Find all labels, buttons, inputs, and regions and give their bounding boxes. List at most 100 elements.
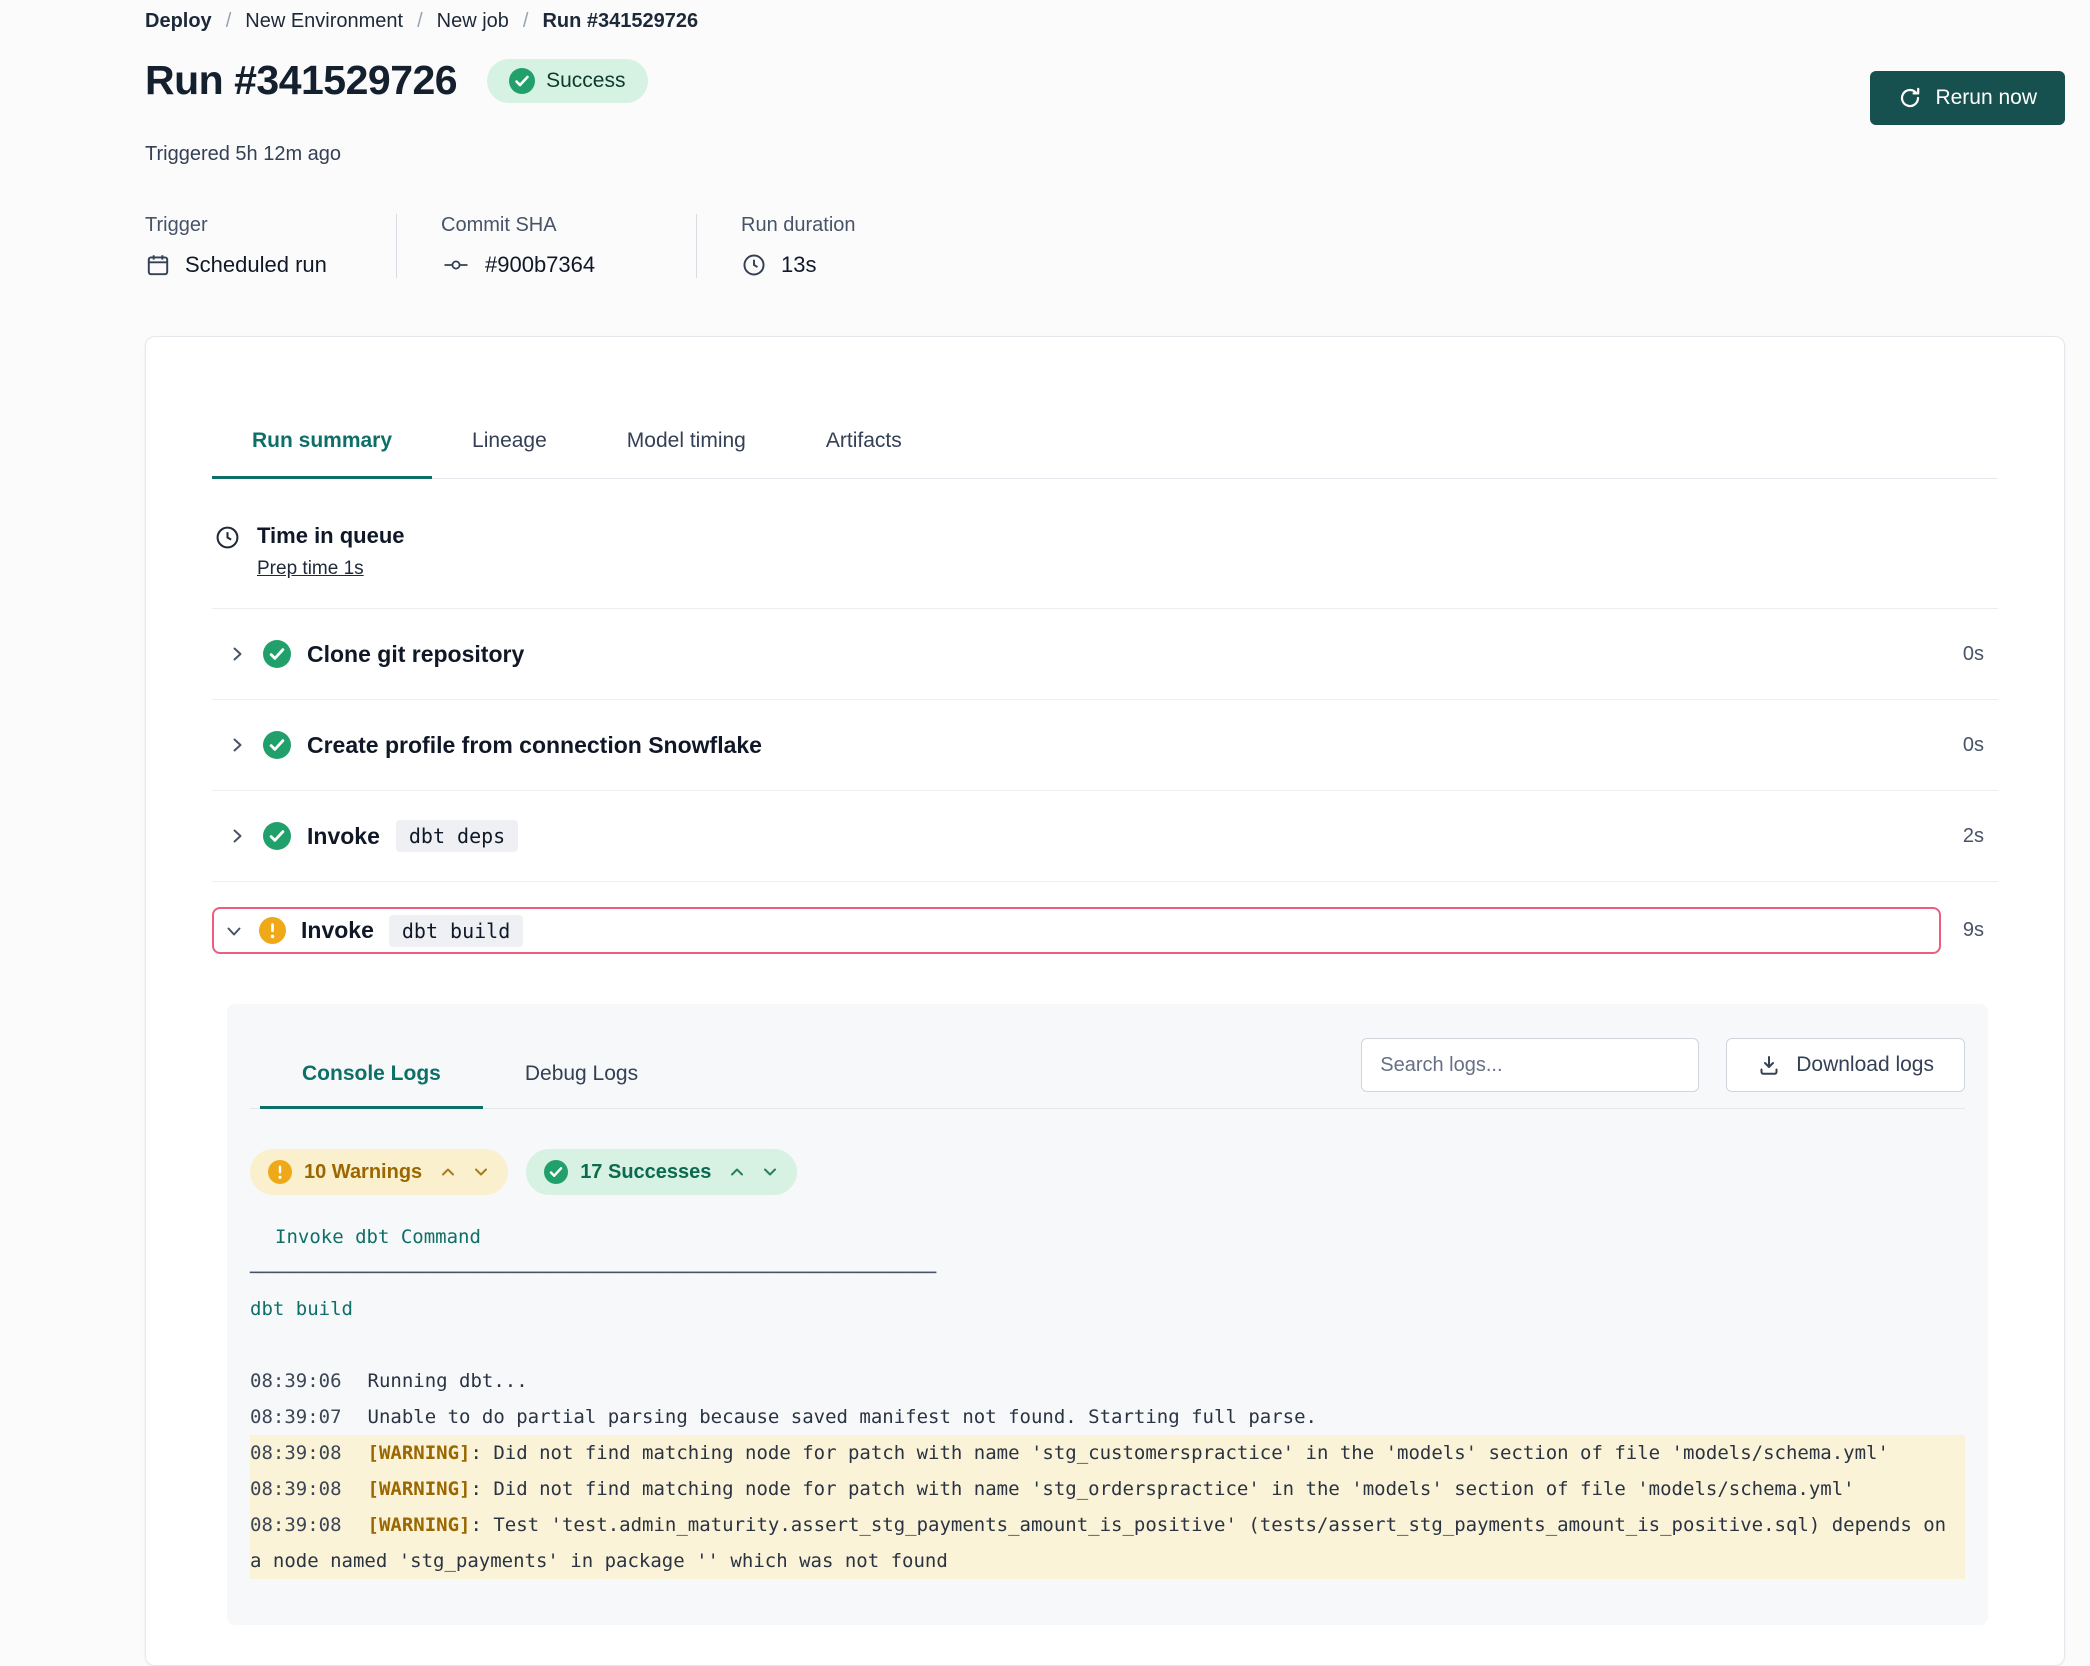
step-invoke-dbt-build-header[interactable]: Invoke dbt build: [212, 907, 1941, 954]
rerun-now-label: Rerun now: [1935, 86, 2037, 110]
log-message: Running dbt...: [368, 1370, 528, 1392]
log-timestamp: 08:39:08: [250, 1514, 342, 1536]
run-summary-card: Run summary Lineage Model timing Artifac…: [145, 336, 2065, 1666]
log-command: dbt build: [250, 1291, 1965, 1327]
log-divider-line: ────────────────────────────────────────…: [250, 1255, 1965, 1291]
queue-title: Time in queue: [257, 523, 405, 549]
tab-run-summary[interactable]: Run summary: [212, 429, 432, 478]
check-circle-icon: [509, 68, 535, 94]
chevron-right-icon: [227, 644, 247, 664]
meta-duration-value: 13s: [781, 252, 816, 278]
log-warning-line: 08:39:08[WARNING]: Did not find matching…: [250, 1435, 1965, 1471]
chevron-down-icon: [224, 921, 244, 941]
step-command-chip: dbt deps: [396, 820, 518, 852]
log-toolbar-actions: Download logs: [1361, 1038, 1965, 1108]
download-logs-button[interactable]: Download logs: [1726, 1038, 1965, 1092]
meta-duration-label: Run duration: [741, 214, 856, 237]
log-warning-line: 08:39:08[WARNING]: Did not find matching…: [250, 1471, 1965, 1507]
tab-artifacts[interactable]: Artifacts: [786, 429, 942, 478]
log-filter-badges: 10 Warnings 17 Successes: [250, 1149, 1965, 1195]
step-duration: 0s: [1963, 643, 1998, 666]
log-output: Invoke dbt Command ─────────────────────…: [250, 1219, 1965, 1579]
time-in-queue-section: Time in queue Prep time 1s: [212, 523, 1998, 609]
rerun-now-button[interactable]: Rerun now: [1870, 71, 2065, 125]
chevron-down-icon[interactable]: [761, 1163, 779, 1181]
warning-tag: [WARNING]: [368, 1514, 471, 1536]
warnings-count-label: 10 Warnings: [304, 1161, 422, 1184]
status-badge-label: Success: [546, 69, 625, 93]
warning-circle-icon: [259, 917, 286, 944]
log-message: Unable to do partial parsing because sav…: [368, 1406, 1317, 1428]
log-timestamp: 08:39:06: [250, 1370, 342, 1392]
chevron-right-icon: [227, 826, 247, 846]
title-wrap: Run #341529726 Success: [145, 57, 648, 104]
breadcrumb-current-run: Run #341529726: [542, 10, 698, 33]
refresh-icon: [1898, 86, 1922, 110]
breadcrumb-separator: /: [523, 10, 529, 33]
tab-lineage[interactable]: Lineage: [432, 429, 587, 478]
meta-duration: Run duration 13s: [741, 214, 908, 278]
step-title: Create profile from connection Snowflake: [307, 732, 762, 759]
meta-trigger-label: Trigger: [145, 214, 344, 237]
step-clone-git-repository[interactable]: Clone git repository 0s: [212, 609, 1998, 700]
tab-debug-logs[interactable]: Debug Logs: [483, 1062, 680, 1108]
chevron-down-icon[interactable]: [472, 1163, 490, 1181]
warning-tag: [WARNING]: [368, 1442, 471, 1464]
breadcrumb: Deploy / New Environment / New job / Run…: [145, 10, 2065, 33]
clock-icon: [214, 524, 241, 580]
meta-trigger-value: Scheduled run: [185, 252, 327, 278]
step-duration: 9s: [1963, 919, 1998, 942]
tab-model-timing[interactable]: Model timing: [587, 429, 786, 478]
meta-commit: Commit SHA #900b7364: [441, 214, 697, 278]
log-toolbar: Console Logs Debug Logs Download logs: [250, 1038, 1965, 1109]
step-title: Invoke: [307, 823, 380, 850]
run-meta: Trigger Scheduled run Commit SHA #900b73…: [145, 214, 2065, 278]
run-tabs: Run summary Lineage Model timing Artifac…: [212, 337, 1998, 479]
log-blank-line: [250, 1327, 1965, 1363]
chevron-up-icon[interactable]: [439, 1163, 457, 1181]
run-detail-page: Deploy / New Environment / New job / Run…: [0, 0, 2090, 1666]
successes-nav: [728, 1163, 779, 1181]
log-message: : Did not find matching node for patch w…: [470, 1478, 1854, 1500]
page-header: Run #341529726 Success Rerun now: [145, 57, 2065, 125]
step-title: Invoke: [301, 917, 374, 944]
log-tabs: Console Logs Debug Logs: [250, 1062, 680, 1108]
tab-console-logs[interactable]: Console Logs: [260, 1062, 483, 1108]
meta-commit-value: #900b7364: [485, 252, 595, 278]
successes-count-label: 17 Successes: [580, 1161, 711, 1184]
download-icon: [1757, 1053, 1781, 1077]
log-message: : Did not find matching node for patch w…: [470, 1442, 1888, 1464]
breadcrumb-new-environment[interactable]: New Environment: [245, 10, 403, 33]
queue-text: Time in queue Prep time 1s: [257, 523, 405, 580]
warning-circle-icon: [268, 1160, 292, 1184]
step-create-profile-snowflake[interactable]: Create profile from connection Snowflake…: [212, 700, 1998, 791]
breadcrumb-separator: /: [226, 10, 232, 33]
log-timestamp: 08:39:07: [250, 1406, 342, 1428]
search-logs-input[interactable]: [1361, 1038, 1699, 1092]
breadcrumb-deploy[interactable]: Deploy: [145, 10, 212, 33]
triggered-timestamp: Triggered 5h 12m ago: [145, 143, 2065, 166]
warnings-filter-pill[interactable]: 10 Warnings: [250, 1149, 508, 1195]
clock-icon: [741, 252, 767, 278]
status-badge: Success: [487, 59, 647, 103]
log-timestamp: 08:39:08: [250, 1478, 342, 1500]
check-circle-icon: [544, 1160, 568, 1184]
meta-trigger: Trigger Scheduled run: [145, 214, 397, 278]
check-circle-icon: [263, 640, 291, 668]
step-command-chip: dbt build: [389, 915, 523, 947]
log-command-header: Invoke dbt Command: [250, 1219, 1965, 1255]
log-panel: Console Logs Debug Logs Download logs: [227, 1004, 1988, 1625]
breadcrumb-new-job[interactable]: New job: [437, 10, 509, 33]
breadcrumb-separator: /: [417, 10, 423, 33]
chevron-right-icon: [227, 735, 247, 755]
step-duration: 2s: [1963, 825, 1998, 848]
successes-filter-pill[interactable]: 17 Successes: [526, 1149, 797, 1195]
chevron-up-icon[interactable]: [728, 1163, 746, 1181]
step-invoke-dbt-build: Invoke dbt build 9s: [212, 907, 1998, 954]
commit-icon: [441, 253, 471, 277]
step-invoke-dbt-deps[interactable]: Invoke dbt deps 2s: [212, 791, 1998, 882]
page-title: Run #341529726: [145, 57, 457, 104]
prep-time-link[interactable]: Prep time 1s: [257, 558, 364, 580]
step-title: Clone git repository: [307, 641, 524, 668]
log-warning-line: 08:39:08[WARNING]: Test 'test.admin_matu…: [250, 1507, 1965, 1579]
